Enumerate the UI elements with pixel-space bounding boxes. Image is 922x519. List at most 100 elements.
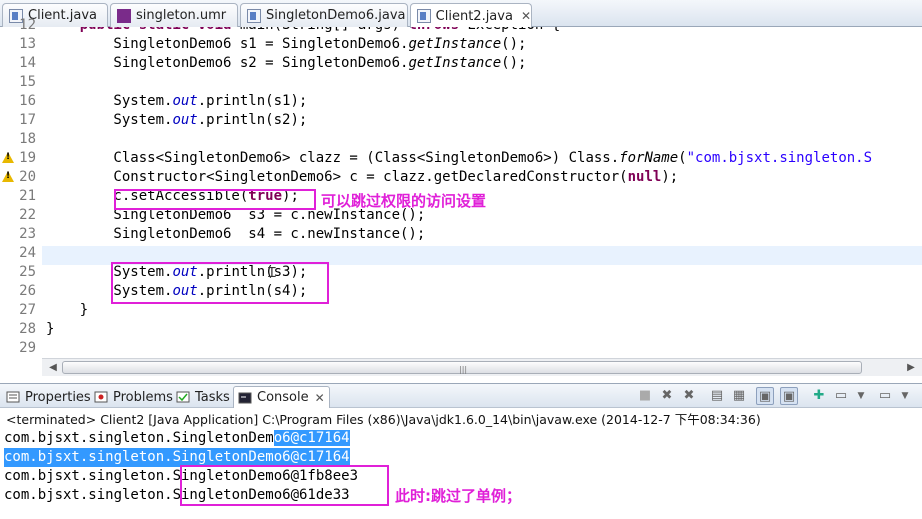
tab-client2-java[interactable]: Client2.java ✕ <box>410 3 532 28</box>
code-token: out <box>172 93 198 109</box>
setaccessible-highlight-box <box>114 189 316 210</box>
line-number: 14 <box>19 55 36 71</box>
tab-properties[interactable]: Properties <box>6 386 91 408</box>
code-token: null <box>627 169 662 185</box>
tasks-icon <box>176 390 191 404</box>
code-line[interactable]: SingletonDemo6 s1 = SingletonDemo6.getIn… <box>46 35 526 54</box>
terminated-status: <terminated> Client2 [Java Application] … <box>6 412 761 427</box>
line-number: 12 <box>19 17 36 33</box>
open-console-icon[interactable]: ▭ <box>876 387 894 405</box>
code-token: Class<SingletonDemo6> clazz = (Class<Sin… <box>46 150 620 166</box>
tab-label: singleton.umr <box>136 8 227 23</box>
code-token: ( <box>678 150 687 166</box>
code-line[interactable]: System.out.println(s1); <box>46 92 307 111</box>
tab-singleton-umr[interactable]: singleton.umr <box>110 3 238 27</box>
line-number: 25 <box>19 264 36 280</box>
tab-label: Client.java <box>28 8 98 23</box>
annotation-singleton-broken: 此时:跳过了单例； <box>395 487 521 505</box>
show-on-stderr-icon[interactable]: ▣ <box>780 387 798 405</box>
line-number: 15 <box>19 74 36 90</box>
tab-label: Properties <box>25 389 91 405</box>
line-number: 26 <box>19 283 36 299</box>
tab-tasks[interactable]: Tasks <box>176 386 230 408</box>
code-token: SingletonDemo6 s4 = c.newInstance(); <box>46 226 426 242</box>
tab-console[interactable]: Console ✕ <box>233 386 330 408</box>
scroll-left-arrow-icon[interactable]: ◀ <box>44 359 62 376</box>
code-line[interactable]: SingletonDemo6 s4 = c.newInstance(); <box>46 225 425 244</box>
pin-console-icon[interactable]: ✚ <box>810 387 828 405</box>
println-highlight-box <box>111 262 329 304</box>
tab-problems[interactable]: Problems <box>94 386 173 408</box>
code-token: main(String[] args) <box>231 27 408 33</box>
tab-singletondemo6-java[interactable]: SingletonDemo6.java <box>240 3 408 27</box>
code-line[interactable]: } <box>46 301 88 320</box>
code-token: Constructor<SingletonDemo6> c = clazz.ge… <box>46 169 628 185</box>
code-token: throws <box>408 27 459 33</box>
tab-label: Client2.java <box>435 8 513 24</box>
code-token: SingletonDemo6 s2 = SingletonDemo6. <box>46 55 409 71</box>
code-token: SingletonDemo6 s1 = SingletonDemo6. <box>46 36 409 52</box>
code-token: public static void <box>80 27 232 33</box>
close-icon[interactable]: ✕ <box>521 9 531 23</box>
properties-icon <box>6 390 21 404</box>
line-number: 22 <box>19 207 36 223</box>
line-number: 18 <box>19 131 36 147</box>
line-number: 28 <box>19 321 36 337</box>
code-token: } <box>46 321 55 337</box>
eclipse-window: Client.java singleton.umr SingletonDemo6… <box>0 0 922 519</box>
console-output-line[interactable]: com.bjsxt.singleton.SingletonDemo6@c1716… <box>4 429 350 448</box>
warning-icon[interactable] <box>2 152 14 164</box>
display-console-icon[interactable]: ▭ <box>832 387 850 405</box>
tab-label: Tasks <box>195 389 230 405</box>
problems-icon <box>94 390 109 404</box>
code-line[interactable]: Constructor<SingletonDemo6> c = clazz.ge… <box>46 168 678 187</box>
code-token: "com.bjsxt.singleton.S <box>686 150 873 166</box>
scrollbar-thumb[interactable]: ||| <box>62 361 862 374</box>
remove-launch-icon[interactable]: ✖ <box>658 387 676 405</box>
stop-icon[interactable]: ■ <box>636 387 654 405</box>
line-number: 21 <box>19 188 36 204</box>
code-token: .println(s1); <box>197 93 308 109</box>
code-token: forName <box>619 150 679 166</box>
remove-all-terminated-icon[interactable]: ✖ <box>680 387 698 405</box>
close-icon[interactable]: ✕ <box>315 391 325 405</box>
code-token: (); <box>501 36 527 52</box>
console-icon <box>238 391 253 405</box>
tab-label: SingletonDemo6.java <box>266 8 406 23</box>
code-token: ); <box>661 169 679 185</box>
code-line[interactable]: System.out.println(s2); <box>46 111 307 130</box>
code-token: getInstance <box>408 36 502 52</box>
warning-icon[interactable] <box>2 171 14 183</box>
line-number: 17 <box>19 112 36 128</box>
tab-label: Console <box>257 390 309 405</box>
line-number: 23 <box>19 226 36 242</box>
code-line[interactable]: public static void main(String[] args) t… <box>46 27 560 35</box>
code-line[interactable]: SingletonDemo6 s2 = SingletonDemo6.getIn… <box>46 54 526 73</box>
grip-icon: ||| <box>459 365 468 374</box>
output-highlight-box <box>180 465 389 506</box>
line-number: 27 <box>19 302 36 318</box>
line-number: 24 <box>19 245 36 261</box>
java-file-icon <box>247 8 261 23</box>
view-menu-icon[interactable]: ▼ <box>896 387 914 405</box>
scroll-right-arrow-icon[interactable]: ▶ <box>902 359 920 376</box>
dropdown-arrow-icon[interactable]: ▼ <box>852 387 870 405</box>
show-on-stdout-icon[interactable]: ▣ <box>756 387 774 405</box>
code-token: getInstance <box>408 55 502 71</box>
code-token: Exception { <box>459 27 560 33</box>
code-line[interactable]: } <box>46 320 54 339</box>
code-token: System. <box>46 112 173 128</box>
code-token: .println(s2); <box>197 112 308 128</box>
java-file-icon <box>417 9 431 23</box>
horizontal-scrollbar[interactable]: ◀ ||| ▶ <box>42 358 922 376</box>
view-tab-bar: Properties Problems Tasks Console ✕ ■ ✖ … <box>0 383 922 408</box>
text-cursor-icon: Ɪ <box>268 265 276 281</box>
code-token: } <box>46 302 89 318</box>
scroll-lock-icon[interactable]: ▦ <box>730 387 748 405</box>
line-number: 29 <box>19 340 36 356</box>
code-token: (); <box>501 55 527 71</box>
editor-tab-bar: Client.java singleton.umr SingletonDemo6… <box>0 0 922 28</box>
clear-console-icon[interactable]: ▤ <box>708 387 726 405</box>
code-line[interactable]: Class<SingletonDemo6> clazz = (Class<Sin… <box>46 149 872 168</box>
tab-label: Problems <box>113 389 173 405</box>
